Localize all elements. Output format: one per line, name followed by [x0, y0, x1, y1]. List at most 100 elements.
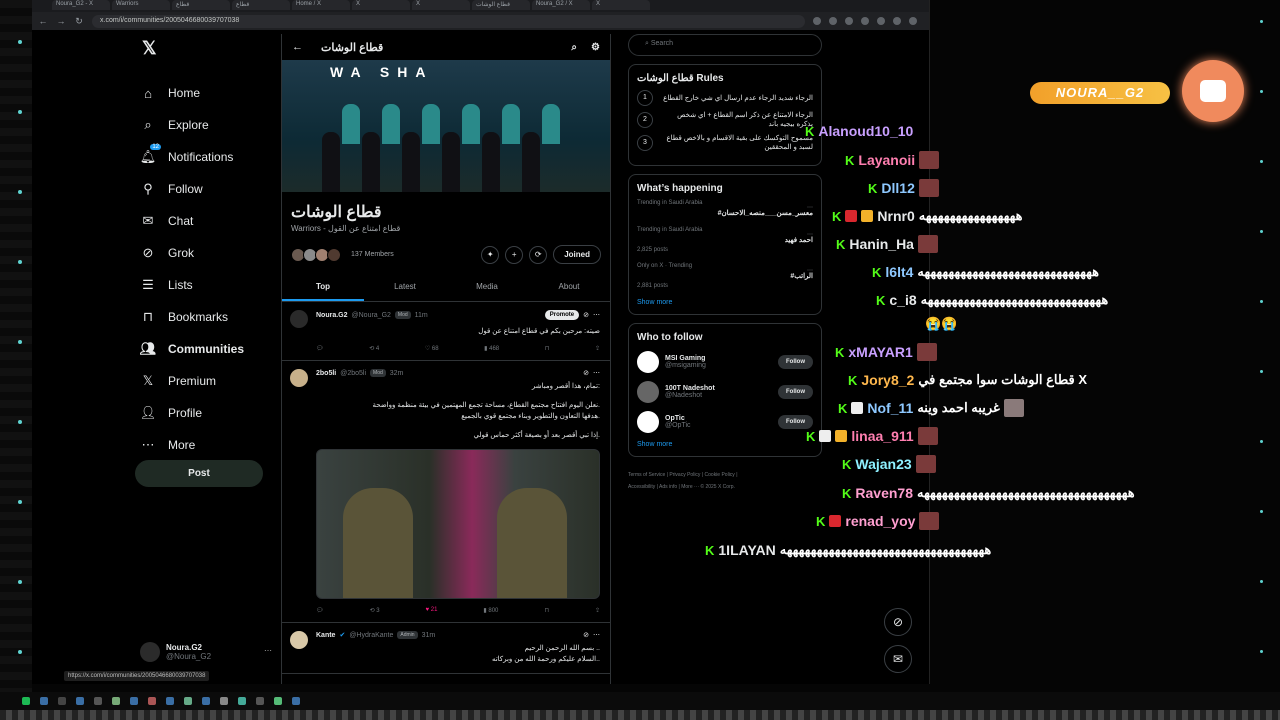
like-button[interactable]: ♥ 21: [426, 607, 438, 614]
browser-tab[interactable]: قطاع: [172, 0, 230, 10]
nav-more[interactable]: ⋯ More: [132, 429, 292, 461]
tweet[interactable]: Kante ✔ @HydraKante Admin 31m ⊘ ⋯ بسم ال…: [282, 623, 610, 674]
post-button[interactable]: Post: [135, 460, 263, 487]
tab-media[interactable]: Media: [446, 274, 528, 301]
follow-button[interactable]: Follow: [778, 385, 813, 399]
back-arrow-icon[interactable]: ←: [292, 41, 303, 53]
back-icon[interactable]: ←: [38, 16, 48, 26]
app-icon[interactable]: [40, 697, 48, 705]
tweet[interactable]: 2bo5li @2bo5li Mod 32m ⊘ ⋯ تمام، هذا أقص…: [282, 361, 610, 623]
search-icon[interactable]: ⌕: [571, 42, 577, 53]
share-icon[interactable]: ⇪: [595, 607, 600, 614]
app-icon[interactable]: [166, 697, 174, 705]
show-more-link[interactable]: Show more: [637, 299, 813, 306]
avatar[interactable]: [290, 310, 308, 328]
tweet-author-handle[interactable]: @Noura_G2: [352, 312, 391, 319]
reload-icon[interactable]: ↻: [74, 16, 84, 27]
app-icon[interactable]: [22, 697, 30, 705]
promote-button[interactable]: Promote: [544, 310, 580, 320]
app-icon[interactable]: [292, 697, 300, 705]
nav-communities[interactable]: 👥︎ Communities: [132, 333, 292, 365]
share-icon[interactable]: ⇪: [595, 345, 600, 352]
zoom-icon[interactable]: [813, 17, 821, 25]
add-person-icon[interactable]: +: [505, 245, 524, 264]
app-icon[interactable]: [184, 697, 192, 705]
follow-button[interactable]: Follow: [778, 355, 813, 369]
x-logo-icon[interactable]: 𝕏: [142, 38, 292, 59]
avatar[interactable]: [637, 351, 659, 373]
app-icon[interactable]: [94, 697, 102, 705]
app-icon[interactable]: [220, 697, 228, 705]
browser-tab[interactable]: X: [352, 0, 410, 10]
nav-follow[interactable]: ⚲ Follow: [132, 173, 292, 205]
app-icon[interactable]: [238, 697, 246, 705]
browser-tab[interactable]: Warriors: [112, 0, 170, 10]
messages-icon[interactable]: ✉: [884, 645, 912, 673]
retweet-button[interactable]: ⟲ 4: [369, 345, 379, 352]
browser-tab[interactable]: Noura_G2 - X: [52, 0, 110, 10]
app-icon[interactable]: [112, 697, 120, 705]
app-icon[interactable]: [130, 697, 138, 705]
bookmark-icon[interactable]: ⊓: [545, 345, 550, 352]
grok-icon[interactable]: ⊘: [884, 608, 912, 636]
reply-button[interactable]: 💬︎: [316, 345, 324, 352]
more-icon[interactable]: ⋯: [264, 646, 272, 655]
app-icon[interactable]: [148, 697, 156, 705]
suggestion-name[interactable]: 100T Nadeshot: [665, 385, 715, 392]
app-icon[interactable]: [202, 697, 210, 705]
tab-latest[interactable]: Latest: [364, 274, 446, 301]
profile-icon[interactable]: [893, 17, 901, 25]
star-icon[interactable]: [845, 17, 853, 25]
suggestion-name[interactable]: MSI Gaming: [665, 355, 706, 362]
show-more-link[interactable]: Show more: [637, 441, 813, 448]
joined-button[interactable]: Joined: [553, 245, 601, 264]
follow-suggestion[interactable]: OpTic @OpTic Follow: [637, 411, 813, 433]
avatar[interactable]: [290, 631, 308, 649]
more-icon[interactable]: ⋯: [807, 231, 813, 238]
browser-tab[interactable]: قطاع: [232, 0, 290, 10]
more-icon[interactable]: ⋯: [807, 204, 813, 211]
views-button[interactable]: ▮ 468: [484, 345, 499, 352]
more-icon[interactable]: ⋯: [593, 369, 600, 377]
tweet-time[interactable]: 32m: [390, 370, 404, 377]
footer-link[interactable]: More ···: [681, 484, 699, 490]
footer-link[interactable]: Accessibility: [628, 484, 655, 490]
tweet-author-name[interactable]: Kante: [316, 632, 335, 639]
tab-about[interactable]: About: [528, 274, 610, 301]
tweet-image[interactable]: [316, 449, 600, 599]
trend-item[interactable]: Trending in Saudi Arabia احمد فهيد 2,825 p…: [637, 227, 813, 253]
url-input[interactable]: x.com/i/communities/2005046680039707038: [92, 14, 805, 28]
cast-icon[interactable]: [829, 17, 837, 25]
nav-profile[interactable]: 👤︎ Profile: [132, 397, 292, 429]
browser-tab[interactable]: قطاع الوشات: [472, 0, 530, 10]
nav-notifications[interactable]: 🔔︎ 12 Notifications: [132, 141, 292, 173]
more-icon[interactable]: ⋯: [807, 267, 813, 274]
follow-suggestion[interactable]: 100T Nadeshot @Nadeshot Follow: [637, 381, 813, 403]
browser-tab[interactable]: X: [412, 0, 470, 10]
more-icon[interactable]: ⋯: [593, 311, 600, 319]
forward-icon[interactable]: →: [56, 16, 66, 26]
account-switcher[interactable]: Noura.G2 @Noura_G2 ⋯: [140, 642, 272, 662]
browser-tab[interactable]: Noura_G2 / X: [532, 0, 590, 10]
follow-suggestion[interactable]: MSI Gaming @msigaming Follow: [637, 351, 813, 373]
app-icon[interactable]: [256, 697, 264, 705]
views-button[interactable]: ▮ 800: [483, 607, 498, 614]
extension-icon[interactable]: [861, 17, 869, 25]
tab-top[interactable]: Top: [282, 274, 364, 301]
nav-premium[interactable]: 𝕏 Premium: [132, 365, 292, 397]
reply-button[interactable]: 💬︎: [316, 607, 324, 614]
trend-item[interactable]: Trending in Saudi Arabia #معسر_مسن___منصه…: [637, 200, 813, 217]
avatar[interactable]: [290, 369, 308, 387]
like-button[interactable]: ♡ 68: [425, 345, 439, 352]
grok-icon[interactable]: ⊘: [583, 631, 589, 639]
retweet-button[interactable]: ⟲ 3: [370, 607, 380, 614]
nav-home[interactable]: ⌂ Home: [132, 77, 292, 109]
tweet-time[interactable]: 11m: [415, 312, 428, 319]
tweet-author-handle[interactable]: @HydraKante: [349, 632, 393, 639]
grok-icon[interactable]: ⊘: [583, 311, 589, 319]
extension-icon[interactable]: [877, 17, 885, 25]
footer-link[interactable]: Terms of Service: [628, 472, 665, 478]
share-icon[interactable]: ⟳: [529, 245, 548, 264]
browser-tab[interactable]: X: [592, 0, 650, 10]
avatar[interactable]: [637, 381, 659, 403]
